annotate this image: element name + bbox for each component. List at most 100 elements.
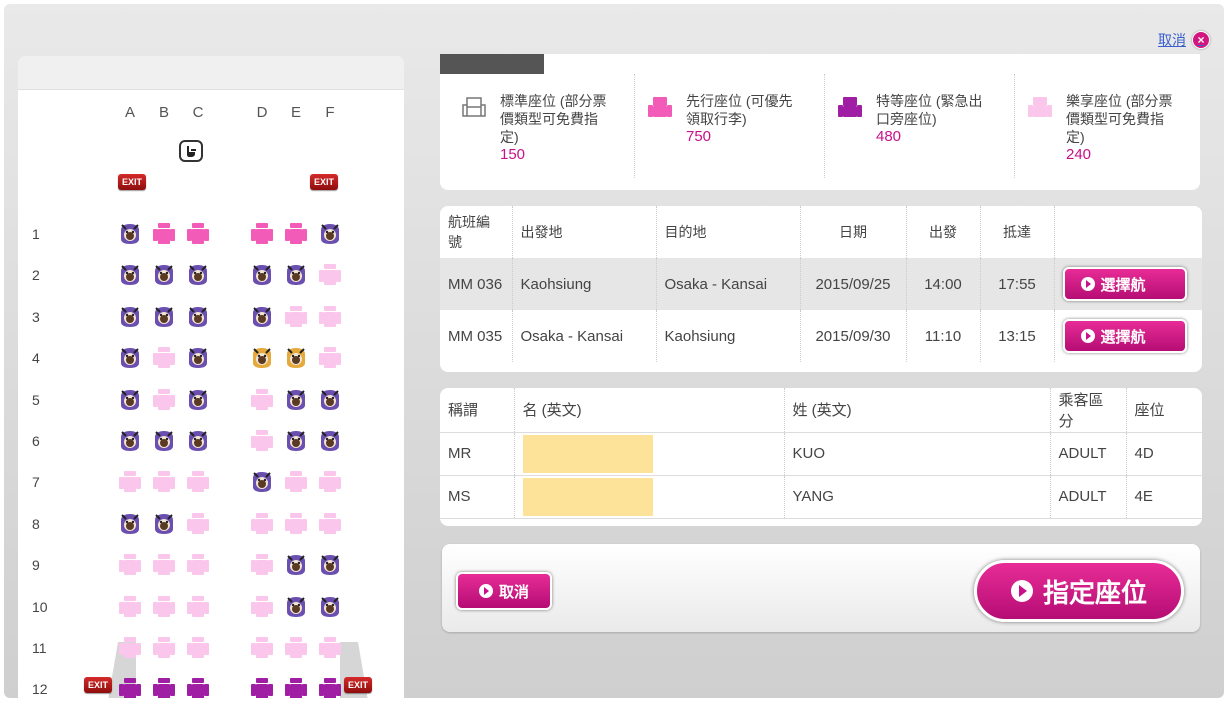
seat-4E[interactable] bbox=[284, 346, 308, 370]
seat-8F[interactable] bbox=[318, 512, 342, 536]
flight-no: MM 036 bbox=[440, 258, 513, 310]
select-flight-label: 選擇航 bbox=[1100, 328, 1146, 346]
seat-11F[interactable] bbox=[318, 636, 342, 660]
exit-sign: EXIT bbox=[84, 677, 112, 694]
seat-9D[interactable] bbox=[250, 553, 274, 577]
seat-10C[interactable] bbox=[186, 595, 210, 619]
seat-7D bbox=[250, 470, 274, 494]
seat-5E bbox=[284, 388, 308, 412]
seat-10B[interactable] bbox=[152, 595, 176, 619]
seat-11D[interactable] bbox=[250, 636, 274, 660]
seat-11B[interactable] bbox=[152, 636, 176, 660]
seat-6D[interactable] bbox=[250, 429, 274, 453]
col-date: 日期 bbox=[800, 206, 907, 258]
seat-6B bbox=[152, 429, 176, 453]
seat-9C[interactable] bbox=[186, 553, 210, 577]
action-bar: 取消 指定座位 bbox=[442, 544, 1200, 632]
seat-1D[interactable] bbox=[250, 222, 274, 246]
seat-12F[interactable] bbox=[318, 677, 342, 698]
flight-destination: Kaohsiung bbox=[656, 310, 801, 362]
seat-12E[interactable] bbox=[284, 677, 308, 698]
seat-12C[interactable] bbox=[186, 677, 210, 698]
seat-5D[interactable] bbox=[250, 388, 274, 412]
row-number: 12 bbox=[32, 681, 48, 698]
seat-12B[interactable] bbox=[152, 677, 176, 698]
seat-10D[interactable] bbox=[250, 595, 274, 619]
flight-action-cell: 選擇航 bbox=[1054, 258, 1202, 310]
legend-label: 特等座位 (緊急出口旁座位) bbox=[876, 93, 983, 127]
legend-price: 480 bbox=[876, 128, 902, 145]
seat-1A bbox=[118, 222, 142, 246]
flight-departure: 11:10 bbox=[906, 310, 981, 362]
seat-12A[interactable] bbox=[118, 677, 142, 698]
legend-separator bbox=[824, 74, 825, 178]
seat-1F bbox=[318, 222, 342, 246]
seat-4B[interactable] bbox=[152, 346, 176, 370]
col-destination: 目的地 bbox=[656, 206, 801, 258]
assign-seat-button[interactable]: 指定座位 bbox=[974, 560, 1184, 622]
seat-4D[interactable] bbox=[250, 346, 274, 370]
seat-1B[interactable] bbox=[152, 222, 176, 246]
select-flight-button[interactable]: 選擇航 bbox=[1062, 267, 1187, 301]
seat-2C bbox=[186, 263, 210, 287]
seat-5B[interactable] bbox=[152, 388, 176, 412]
seat-3A bbox=[118, 305, 142, 329]
column-letter: D bbox=[256, 104, 268, 121]
seat-4C bbox=[186, 346, 210, 370]
seat-8C[interactable] bbox=[186, 512, 210, 536]
seat-5A bbox=[118, 388, 142, 412]
seat-8D[interactable] bbox=[250, 512, 274, 536]
close-icon[interactable]: × bbox=[1192, 31, 1210, 49]
seat-7B[interactable] bbox=[152, 470, 176, 494]
seat-8E[interactable] bbox=[284, 512, 308, 536]
seat-3F[interactable] bbox=[318, 305, 342, 329]
col-action bbox=[1054, 206, 1202, 258]
col-passenger-type: 乘客區分 bbox=[1050, 388, 1127, 433]
close-link-label[interactable]: 取消 bbox=[1158, 30, 1186, 50]
col-last-name: 姓 (英文) bbox=[784, 388, 1051, 433]
seat-2F[interactable] bbox=[318, 263, 342, 287]
seat-11A[interactable] bbox=[118, 636, 142, 660]
legend-item-standard: 標準座位 (部分票價類型可免費指定) 150 bbox=[460, 92, 610, 178]
passenger-row: MR KUO ADULT 4D bbox=[440, 432, 1202, 476]
passenger-title: MS bbox=[440, 475, 515, 519]
legend-text: 標準座位 (部分票價類型可免費指定) 150 bbox=[500, 92, 610, 178]
legend-text: 樂享座位 (部分票價類型可免費指定) 240 bbox=[1066, 92, 1176, 178]
close-dialog[interactable]: 取消 × bbox=[1158, 30, 1210, 50]
seat-4F[interactable] bbox=[318, 346, 342, 370]
seat-6E bbox=[284, 429, 308, 453]
seat-map: ABCDEF EXIT EXIT 1 2 3 4 5 6 7 8 9 10 11 12 EXIT EXIT bbox=[18, 56, 404, 698]
cancel-button[interactable]: 取消 bbox=[456, 572, 552, 610]
seat-9A[interactable] bbox=[118, 553, 142, 577]
seat-7A[interactable] bbox=[118, 470, 142, 494]
flight-arrival: 17:55 bbox=[980, 258, 1055, 310]
col-departure: 出發 bbox=[906, 206, 981, 258]
seat-7F[interactable] bbox=[318, 470, 342, 494]
legend-label: 樂享座位 (部分票價類型可免費指定) bbox=[1066, 93, 1173, 145]
column-letter: E bbox=[290, 104, 301, 121]
seat-12D[interactable] bbox=[250, 677, 274, 698]
passenger-first-name bbox=[514, 432, 785, 476]
passenger-title: MR bbox=[440, 432, 515, 476]
seat-11E[interactable] bbox=[284, 636, 308, 660]
col-arrival: 抵達 bbox=[980, 206, 1055, 258]
seat-7E[interactable] bbox=[284, 470, 308, 494]
seat-11C[interactable] bbox=[186, 636, 210, 660]
seat-9F bbox=[318, 553, 342, 577]
seat-3E[interactable] bbox=[284, 305, 308, 329]
flight-header-row: 航班編號 出發地 目的地 日期 出發 抵達 bbox=[440, 206, 1202, 258]
seat-2A bbox=[118, 263, 142, 287]
legend-label: 標準座位 (部分票價類型可免費指定) bbox=[500, 93, 607, 145]
seat-10A[interactable] bbox=[118, 595, 142, 619]
row-number: 7 bbox=[32, 474, 40, 491]
exit-sign: EXIT bbox=[310, 174, 338, 190]
seat-1E[interactable] bbox=[284, 222, 308, 246]
column-letter: B bbox=[158, 104, 169, 121]
seat-9B[interactable] bbox=[152, 553, 176, 577]
legend-price: 150 bbox=[500, 146, 526, 163]
select-flight-button[interactable]: 選擇航 bbox=[1062, 319, 1187, 353]
seat-7C[interactable] bbox=[186, 470, 210, 494]
passenger-first-name bbox=[514, 475, 785, 519]
seat-1C[interactable] bbox=[186, 222, 210, 246]
row-number: 5 bbox=[32, 391, 40, 408]
